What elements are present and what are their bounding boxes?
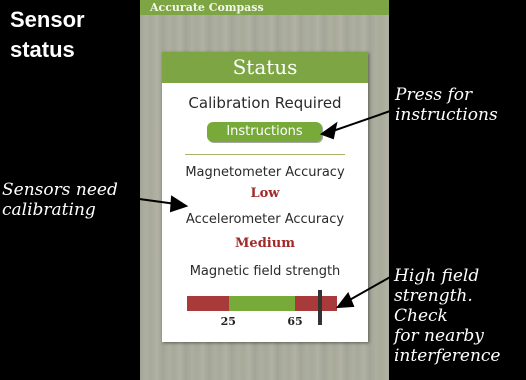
arrow-to-field-bar-head: [335, 292, 355, 309]
arrow-to-sensors: [131, 197, 177, 205]
arrow-to-instructions-head: [319, 121, 338, 140]
arrow-to-instructions: [329, 108, 397, 133]
arrow-to-field-bar: [345, 275, 393, 303]
arrow-to-sensors-head: [169, 195, 189, 213]
annotation-arrows: [131, 108, 397, 309]
